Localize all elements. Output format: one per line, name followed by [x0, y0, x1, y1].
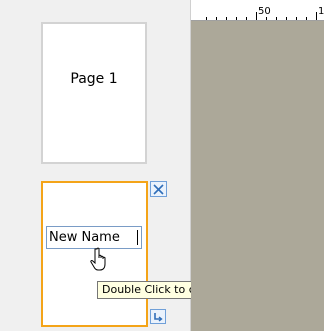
ruler-label-50: 50 [258, 6, 271, 17]
ruler-label-100: 1 [318, 6, 324, 17]
text-caret [137, 230, 138, 245]
drawing-canvas[interactable] [191, 21, 324, 331]
delete-page-button[interactable] [150, 181, 167, 197]
horizontal-ruler: 50 1 [191, 0, 324, 21]
page-thumbnail-1-label: Page 1 [70, 71, 118, 87]
close-x-icon [153, 183, 164, 195]
insert-page-button[interactable] [150, 309, 166, 324]
page-thumbnail-1[interactable]: Page 1 [41, 22, 147, 164]
insert-page-arrow-icon [154, 312, 163, 322]
hand-pointer-icon [90, 247, 106, 271]
